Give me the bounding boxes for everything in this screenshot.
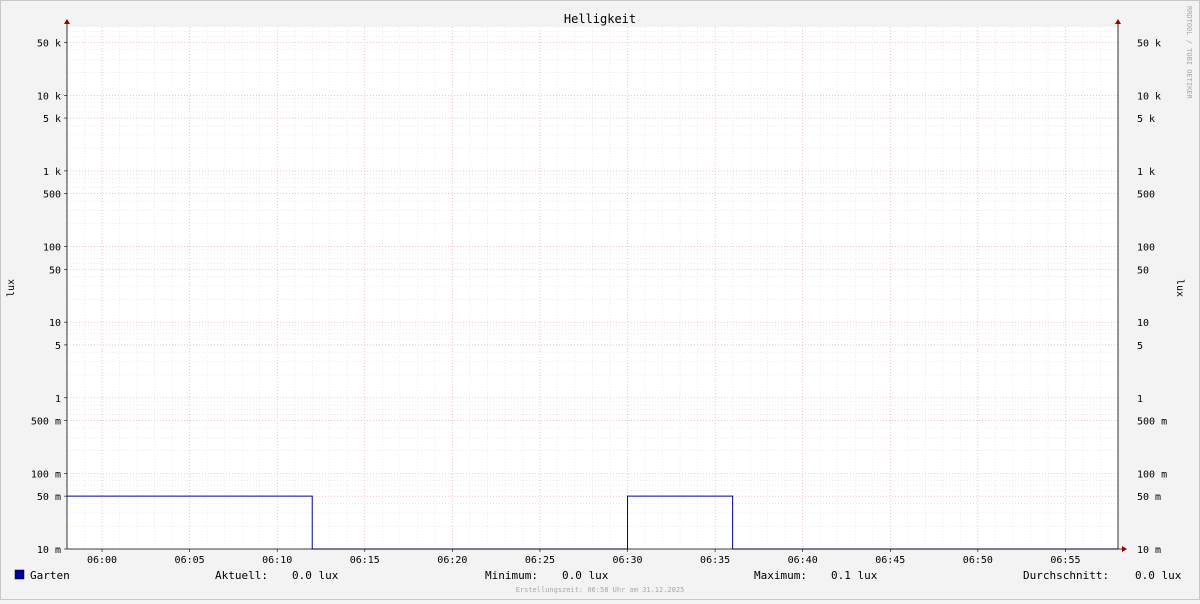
x-tick-label: 06:55	[1050, 555, 1080, 566]
x-axis-arrow	[1122, 546, 1127, 552]
y-tick-label-right: 5 k	[1137, 114, 1155, 125]
y-tick-label-left: 500	[43, 190, 61, 201]
y-tick-label-right: 100 m	[1137, 469, 1167, 480]
y-tick-labels-left: 50 k 10 k 5 k 1 k 500 100 50 10 5 1 500 m 100 m 50 m…	[31, 38, 61, 556]
y-tick-label-right: 500	[1137, 190, 1155, 201]
y-tick-label-right: 10 k	[1137, 91, 1161, 102]
legend-current-value: 0.0 lux	[292, 569, 339, 582]
y-tick-label-right: 10	[1137, 318, 1149, 329]
legend-min-value: 0.0 lux	[562, 569, 609, 582]
y-tick-label-right: 50 k	[1137, 38, 1161, 49]
x-tick-label: 06:25	[525, 555, 555, 566]
y-tick-label-right: 1 k	[1137, 167, 1155, 178]
legend: Garten Aktuell: 0.0 lux Minimum: 0.0 lux…	[14, 569, 1182, 582]
y-tick-label-right: 1	[1137, 394, 1143, 405]
y-tick-label-left: 100 m	[31, 469, 61, 480]
x-tick-label: 06:20	[437, 555, 467, 566]
y-axis-arrow-right	[1115, 19, 1121, 24]
y-tick-label-left: 50 k	[37, 38, 61, 49]
y-tick-label-left: 10 k	[37, 91, 61, 102]
legend-min-label: Minimum:	[485, 569, 538, 582]
y-tick-label-right: 100	[1137, 243, 1155, 254]
x-tick-labels: 06:00 06:05 06:10 06:15 06:20 06:25 06:30 06:35…	[87, 555, 1081, 566]
y-tick-label-left: 5 k	[43, 114, 61, 125]
y-tick-label-right: 50 m	[1137, 492, 1161, 503]
y-axis-label-right: lux	[1174, 279, 1185, 297]
legend-series-name: Garten	[30, 569, 70, 582]
x-tick-label: 06:45	[875, 555, 905, 566]
y-tick-label-right: 5	[1137, 341, 1143, 352]
y-tick-label-right: 10 m	[1137, 545, 1161, 556]
creation-timestamp: Erstellungszeit: 06:58 Uhr am 31.12.2025	[516, 586, 685, 594]
y-axis-arrow-left	[64, 19, 70, 24]
x-tick-label: 06:35	[700, 555, 730, 566]
x-tick-label: 06:05	[175, 555, 205, 566]
brightness-chart: 50 k 10 k 5 k 1 k 500 100 50 10 5 1 500 m 100 m 50 m…	[6, 6, 1193, 594]
legend-avg-label: Durchschnitt:	[1023, 569, 1109, 582]
y-tick-label-left: 1 k	[43, 167, 61, 178]
y-tick-label-left: 10	[49, 318, 61, 329]
y-tick-label-left: 5	[55, 341, 61, 352]
y-tick-label-left: 100	[43, 243, 61, 254]
y-tick-label-left: 50	[49, 265, 61, 276]
legend-swatch	[14, 569, 25, 580]
legend-max-value: 0.1 lux	[831, 569, 878, 582]
legend-avg-value: 0.0 lux	[1135, 569, 1182, 582]
y-tick-label-right: 50	[1137, 265, 1149, 276]
x-tick-label: 06:50	[963, 555, 993, 566]
legend-current-label: Aktuell:	[215, 569, 268, 582]
x-tick-label: 06:10	[262, 555, 292, 566]
y-tick-label-left: 1	[55, 394, 61, 405]
y-axis-label-left: lux	[6, 279, 17, 297]
y-tick-label-right: 500 m	[1137, 417, 1167, 428]
x-tick-label: 06:30	[612, 555, 642, 566]
x-tick-label: 06:15	[350, 555, 380, 566]
y-tick-labels-right: 50 k 10 k 5 k 1 k 500 100 50 10 5 1 500 m 100 m 50 m…	[1137, 38, 1167, 556]
legend-max-label: Maximum:	[754, 569, 807, 582]
chart-frame: 50 k 10 k 5 k 1 k 500 100 50 10 5 1 500 m 100 m 50 m…	[0, 0, 1200, 600]
x-tick-label: 06:00	[87, 555, 117, 566]
x-tick-label: 06:40	[788, 555, 818, 566]
rrdtool-watermark: RRDTOOL / TOBI OETIKER	[1185, 6, 1193, 100]
y-tick-label-left: 50 m	[37, 492, 61, 503]
y-tick-label-left: 10 m	[37, 545, 61, 556]
chart-title: Helligkeit	[564, 12, 636, 26]
y-tick-label-left: 500 m	[31, 417, 61, 428]
